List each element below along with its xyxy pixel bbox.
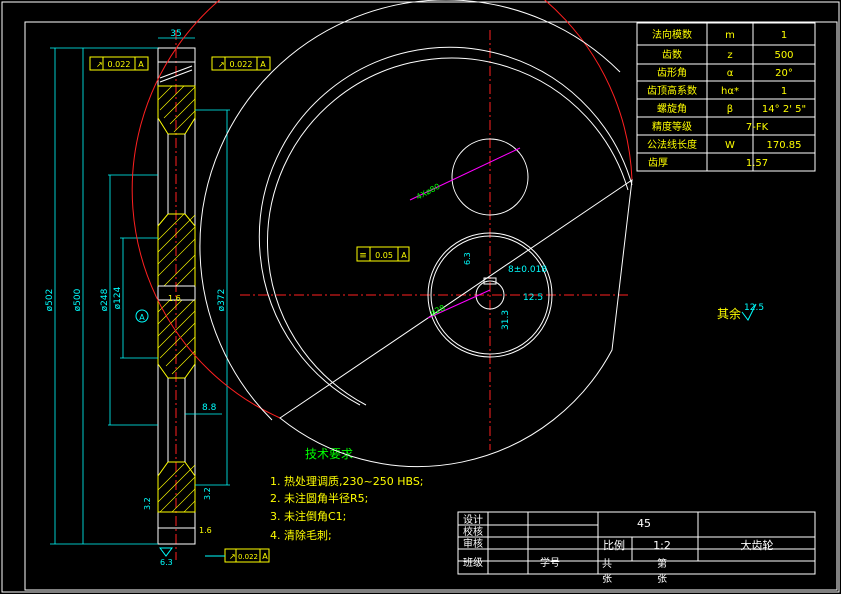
tech-requirements: 技术要求 1. 热处理调质,230~250 HBS; 2. 未注圆角半径R5; … [270, 447, 424, 542]
params-table: 法向模数 m 1 齿数 z 500 齿形角 α 20° 齿顶高系数 hα* 1 … [636, 22, 816, 172]
tolerance-frame-left: ↗ 0.022 A [89, 56, 149, 71]
gear-face [279, 178, 633, 468]
param-name-2: 齿形角 [657, 67, 687, 79]
param-value-1: 500 [774, 50, 793, 61]
tb-sheet-unit: 张 [657, 573, 667, 585]
flatness-frame: ≡ 0.05 A [356, 246, 410, 262]
tb-sheets-total-label: 共 [602, 558, 612, 570]
runout-icon-3: ↗ [229, 552, 236, 561]
tb-design: 设计 [463, 513, 483, 526]
title-block: 设计 校核 审核 班级 学号 45 比例 1:2 大齿轮 共 第 张 张 [457, 511, 816, 585]
rough-6-3-a: 6.3 [160, 558, 173, 567]
remaining-label: 其余 [717, 306, 741, 321]
front-view [131, 0, 633, 468]
param-name-5: 精度等级 [652, 120, 692, 133]
tb-scale-label: 比例 [603, 538, 625, 552]
tol-left-datum: A [138, 60, 144, 69]
param-value-3: 1 [781, 86, 787, 97]
remaining-roughness: 其余 12.5 [717, 303, 764, 321]
tb-class: 班级 [463, 557, 483, 569]
param-symbol-4: β [727, 104, 733, 115]
dim-holes: 4Xø80 [415, 182, 442, 202]
tol-right-datum: A [260, 60, 266, 69]
dim-keyway: 8±0.018 [508, 265, 547, 275]
tb-sheets-total-unit: 第 [657, 557, 667, 570]
web-arc-2 [267, 57, 629, 406]
tech-req-item-0: 1. 热处理调质,230~250 HBS; [270, 475, 424, 488]
param-symbol-6: W [725, 140, 735, 151]
runout-icon-2: ↗ [218, 60, 225, 69]
param-name-7: 齿厚 [648, 157, 668, 169]
outer-frame [1, 1, 840, 593]
flatness-datum: A [401, 251, 407, 260]
param-name-3: 齿顶高系数 [647, 84, 697, 97]
dim-rim-8-8: 8.8 [202, 403, 217, 413]
dim-dia-502: ø502 [45, 289, 55, 312]
tol-left-value: 0.022 [108, 60, 131, 69]
flatness-value: 0.05 [375, 251, 393, 260]
param-value-0: 1 [781, 30, 787, 41]
tb-student-id: 学号 [540, 556, 560, 569]
tolerance-frame-bottom: ↗ 0.022 A [205, 548, 270, 563]
cad-drawing: 法向模数 m 1 齿数 z 500 齿形角 α 20° 齿顶高系数 hα* 1 … [1, 0, 840, 593]
tolerance-frame-right: ↗ 0.022 A [211, 56, 271, 71]
tb-review: 审核 [463, 537, 483, 550]
web-arc [258, 46, 633, 406]
tol-right-value: 0.022 [230, 60, 253, 69]
tb-check: 校核 [463, 525, 483, 538]
flatness-icon: ≡ [359, 251, 367, 261]
param-name-1: 齿数 [662, 48, 682, 61]
tol-bottom-value: 0.022 [238, 553, 258, 561]
tb-drawing-title: 大齿轮 [741, 538, 774, 552]
tb-sheet-label: 张 [602, 573, 612, 585]
dim-width-top: 35 [170, 29, 181, 39]
dim-dia-248: ø248 [100, 288, 110, 311]
param-value-2: 20° [775, 68, 793, 79]
param-value-4: 14° 2' 5" [762, 104, 806, 115]
runout-icon: ↗ [96, 60, 103, 69]
rough-6-3-b: 6.3 [463, 252, 472, 265]
param-value-5: 7-FK [746, 122, 769, 133]
param-symbol-2: α [727, 68, 734, 79]
param-value-7: 1.57 [746, 158, 768, 169]
tech-req-item-2: 3. 未注倒角C1; [270, 509, 346, 523]
dim-dia-500: ø500 [73, 288, 83, 311]
rough-3-2-b: 3.2 [203, 487, 212, 500]
param-value-6: 170.85 [767, 140, 802, 151]
tol-bottom-datum: A [262, 552, 268, 561]
dim-dia-124: ø124 [113, 286, 123, 309]
tech-req-item-3: 4. 清除毛刺; [270, 528, 332, 542]
dim-key-depth: 31.3 [501, 310, 511, 330]
rough-1-6-b: 1.6 [199, 526, 212, 535]
param-name-0: 法向模数 [652, 28, 692, 41]
tb-material: 45 [637, 517, 651, 530]
param-name-6: 公法线长度 [647, 138, 697, 151]
dim-dia-372: ø372 [217, 289, 227, 312]
rough-3-2-a: 3.2 [143, 497, 152, 510]
rough-1-6-a: 1.6 [168, 294, 181, 303]
param-symbol-1: z [727, 50, 732, 61]
tech-req-item-1: 2. 未注圆角半径R5; [270, 491, 368, 505]
param-name-4: 螺旋角 [657, 102, 687, 115]
rough-12-5: 12.5 [523, 293, 543, 303]
addendum-arc [131, 0, 633, 419]
tb-scale-value: 1:2 [653, 539, 671, 552]
param-symbol-0: m [725, 30, 735, 41]
datum-label: A [139, 313, 145, 322]
param-symbol-3: hα* [721, 86, 739, 97]
